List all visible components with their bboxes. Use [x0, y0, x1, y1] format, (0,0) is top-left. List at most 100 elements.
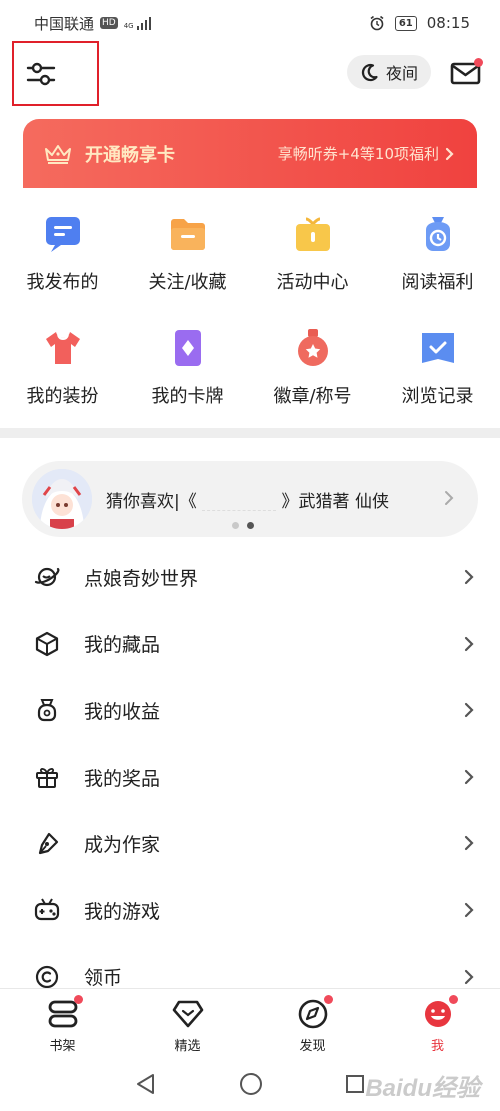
chevron-right-icon — [464, 703, 474, 718]
watermark-logo: Baidu经验 — [365, 1075, 480, 1102]
section-divider — [0, 428, 500, 438]
menu-item-earnings[interactable]: 我的收益 — [0, 677, 500, 744]
vip-promo: 享畅听券+4等10项福利 — [277, 145, 439, 163]
recommendation-prefix: 猜你喜欢|《 — [106, 491, 197, 512]
grid-label: 徽章/称号 — [273, 386, 352, 407]
grid-item-my-outfit[interactable]: 我的装扮 — [0, 328, 125, 428]
menu-label: 领币 — [84, 967, 123, 990]
grid-label: 浏览记录 — [401, 386, 474, 407]
nav-label: 精选 — [174, 1039, 201, 1054]
tshirt-icon — [45, 332, 80, 364]
menu-item-my-games[interactable]: 我的游戏 — [0, 877, 500, 944]
chevron-right-icon — [464, 902, 474, 918]
menu-label: 我的藏品 — [84, 634, 161, 657]
chevron-right-icon — [464, 836, 474, 851]
chevron-right-icon — [445, 147, 454, 160]
chevron-right-icon — [464, 636, 474, 651]
chevron-right-icon — [445, 491, 454, 505]
menu-label: 成为作家 — [84, 834, 161, 857]
vip-banner-area: 开通畅享卡 享畅听券+4等10项福利 — [0, 106, 500, 188]
mail-button[interactable] — [450, 58, 483, 86]
message-icon — [45, 217, 80, 252]
grid-label: 我发布的 — [26, 272, 99, 293]
me-icon — [424, 1001, 451, 1027]
coin-icon — [35, 965, 59, 988]
crown-icon — [45, 145, 71, 164]
money-bag-icon — [37, 699, 57, 722]
grid-item-badges-titles[interactable]: 徽章/称号 — [250, 328, 375, 428]
chevron-right-icon — [464, 769, 474, 784]
menu-label: 我的奖品 — [84, 767, 161, 790]
status-right: 61 08:15 — [369, 14, 470, 32]
vip-card[interactable]: 开通畅享卡 享畅听券+4等10项福利 — [23, 119, 477, 188]
vip-promo-group: 享畅听券+4等10项福利 — [278, 143, 455, 164]
menu-item-wonder-world[interactable]: 点娘奇妙世界 — [0, 544, 500, 611]
menu-label: 我的游戏 — [84, 900, 161, 923]
recents-icon[interactable] — [345, 1074, 365, 1094]
sliders-icon — [26, 62, 56, 85]
menu-label: 点娘奇妙世界 — [84, 567, 199, 590]
folder-icon — [170, 219, 205, 250]
nav-label: 书架 — [49, 1039, 76, 1054]
bookshelf-icon — [48, 1000, 77, 1028]
notification-dot — [324, 995, 333, 1004]
nav-label: 我 — [430, 1039, 444, 1054]
carousel-dot — [232, 522, 239, 529]
settings-button[interactable] — [12, 41, 99, 106]
menu-item-prizes[interactable]: 我的奖品 — [0, 744, 500, 811]
gift-box-icon — [295, 217, 330, 251]
gamepad-icon — [34, 898, 60, 921]
compass-icon — [298, 999, 327, 1029]
clock-time: 08:15 — [426, 14, 470, 32]
feature-grid: 我发布的 关注/收藏 活动中心 阅读福利 我的装扮 我的卡牌 徽章/称号 浏览记… — [0, 188, 500, 428]
vip-title: 开通畅享卡 — [85, 145, 175, 166]
nav-tab-me[interactable]: 我 — [375, 989, 500, 1056]
carousel-dot-active — [247, 522, 254, 529]
grid-item-my-cards[interactable]: 我的卡牌 — [125, 328, 250, 428]
grid-label: 关注/收藏 — [148, 272, 227, 293]
cube-icon — [35, 631, 59, 656]
book-cover-avatar — [32, 469, 92, 529]
network-type: 4G — [123, 22, 134, 30]
nav-label: 发现 — [299, 1039, 326, 1054]
alarm-icon — [370, 15, 384, 31]
grid-item-browsing-history[interactable]: 浏览记录 — [375, 328, 500, 428]
grid-item-follow-favorites[interactable]: 关注/收藏 — [125, 214, 250, 314]
notification-dot — [449, 995, 458, 1004]
menu-label: 我的收益 — [84, 700, 161, 723]
nav-tab-bookshelf[interactable]: 书架 — [0, 989, 125, 1056]
grid-item-published[interactable]: 我发布的 — [0, 214, 125, 314]
vip-title-group: 开通畅享卡 — [43, 141, 175, 167]
nav-tab-featured[interactable]: 精选 — [125, 989, 250, 1056]
home-icon[interactable] — [239, 1072, 263, 1096]
night-mode-label: 夜间 — [385, 64, 418, 83]
grid-item-activity-center[interactable]: 活动中心 — [250, 214, 375, 314]
chevron-right-icon — [464, 969, 474, 984]
hd-badge: HD — [100, 17, 118, 29]
chevron-right-icon — [464, 569, 474, 585]
diamond-icon — [172, 1000, 203, 1028]
nav-tab-discover[interactable]: 发现 — [250, 989, 375, 1056]
grid-item-reading-benefits[interactable]: 阅读福利 — [375, 214, 500, 314]
back-icon[interactable] — [135, 1073, 157, 1095]
status-left: 中国联通 HD 4G — [34, 13, 151, 34]
menu-list: 点娘奇妙世界 我的藏品 我的收益 我的奖品 成为作家 我的游戏 领币 — [0, 544, 500, 1010]
signal-icon: 4G — [124, 16, 151, 30]
bottom-navigation: 书架 精选 发现 我 — [0, 988, 500, 1056]
medal-icon — [297, 329, 328, 366]
grid-label: 活动中心 — [276, 272, 349, 293]
history-book-icon — [421, 333, 454, 363]
status-bar: 中国联通 HD 4G 61 08:15 — [0, 0, 500, 46]
recommendation-suffix: 》武猎著 仙侠 — [281, 491, 389, 512]
pen-icon — [38, 832, 59, 854]
menu-item-become-author[interactable]: 成为作家 — [0, 810, 500, 877]
carrier-name: 中国联通 — [34, 14, 95, 33]
carousel-indicator — [232, 522, 254, 529]
battery-indicator: 61 — [394, 15, 417, 31]
grid-label: 我的卡牌 — [151, 386, 224, 407]
grid-label: 我的装扮 — [26, 386, 99, 407]
moon-icon — [361, 63, 378, 82]
night-mode-button[interactable]: 夜间 — [347, 55, 431, 89]
menu-item-collections[interactable]: 我的藏品 — [0, 611, 500, 678]
title-redaction — [202, 493, 277, 511]
